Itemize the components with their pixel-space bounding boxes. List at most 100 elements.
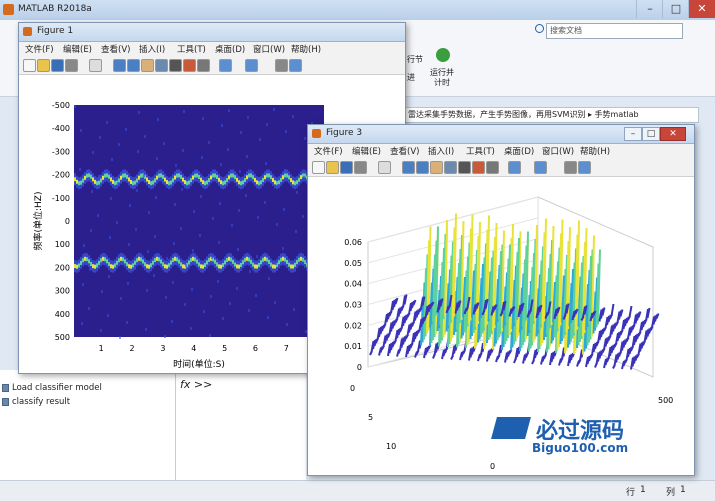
heatmap-cell [286,173,288,178]
heatmap-cell [181,188,183,191]
heatmap-cell [278,260,280,265]
heatmap-cell [240,262,242,267]
zoom-out-icon[interactable] [127,59,140,72]
heatmap-cell [284,173,286,178]
datatip-icon[interactable] [458,161,471,174]
path-breadcrumb[interactable]: 雷达采集手势数据，产生手势图像，再用SVM识别 ▸ 手势matlab [404,107,699,123]
rotate-icon[interactable] [155,59,168,72]
heatmap-cell [156,175,158,180]
heatmap-cell [96,181,98,186]
menu-item[interactable]: 插入(I) [139,43,165,55]
close-icon[interactable]: ✕ [688,0,715,18]
heatmap-cell [222,181,224,186]
menu-item[interactable]: 帮助(H) [291,43,321,55]
hide-icon[interactable] [564,161,577,174]
legend-icon[interactable] [534,161,547,174]
heatmap-cell [288,175,290,180]
ribbon-advance[interactable]: 进 [407,72,415,83]
heatmap-cell [155,196,157,199]
menu-item[interactable]: 工具(T) [177,43,206,55]
heatmap-cell [164,264,166,269]
search-icon[interactable] [535,24,544,33]
new-icon[interactable] [23,59,36,72]
menu-item[interactable]: 帮助(H) [580,145,610,157]
zoom-in-icon[interactable] [402,161,415,174]
show-icon[interactable] [578,161,591,174]
save-icon[interactable] [340,161,353,174]
heatmap-cell [282,175,284,180]
show-icon[interactable] [289,59,302,72]
datatip-icon[interactable] [169,59,182,72]
figure3-window[interactable]: Figure 3 – □ ✕ 文件(F) 编辑(E) 查看(V) 插入(I) 工具(T)… [307,124,695,476]
menu-item[interactable]: 窗口(W) [253,43,285,55]
menu-item[interactable]: 插入(I) [428,145,454,157]
zoom-in-icon[interactable] [113,59,126,72]
rotate-icon[interactable] [444,161,457,174]
figure1-titlebar[interactable]: Figure 1 [19,23,405,42]
run-and-time-button[interactable]: 运行并 计时 [430,68,454,88]
heatmap-cell [222,317,224,320]
maximize-icon[interactable]: □ [642,127,660,141]
z-tick-label: 0.05 [344,259,362,268]
menu-item[interactable]: 查看(V) [101,43,130,55]
heatmap-cell [88,259,90,264]
heatmap-cell [290,178,292,183]
heatmap-cell [206,180,208,185]
menu-item[interactable]: 桌面(D) [504,145,534,157]
run-and-time-icon[interactable] [436,48,450,62]
menu-item[interactable]: 编辑(E) [352,145,381,157]
heatmap-cell [231,224,233,227]
colorbar-icon[interactable] [508,161,521,174]
heatmap-cell [209,334,211,337]
heatmap-cell [107,314,109,317]
search-input[interactable]: 搜索文档 [546,23,683,39]
heatmap-cell [244,177,246,182]
brush-icon[interactable] [472,161,485,174]
close-icon[interactable]: ✕ [660,127,686,141]
menu-item[interactable]: 编辑(E) [63,43,92,55]
legend-icon[interactable] [245,59,258,72]
menu-item[interactable]: 文件(F) [25,43,54,55]
save-icon[interactable] [51,59,64,72]
menu-item[interactable]: 文件(F) [314,145,343,157]
heatmap-cell [124,173,126,178]
new-icon[interactable] [312,161,325,174]
link-icon[interactable] [486,161,499,174]
menu-item[interactable]: 桌面(D) [215,43,245,55]
command-window[interactable]: fx >> [176,370,306,480]
maximize-icon[interactable]: □ [662,0,689,18]
heatmap-cell [196,259,198,264]
pointer-icon[interactable] [89,59,102,72]
heatmap-cell [118,143,120,146]
open-icon[interactable] [326,161,339,174]
link-icon[interactable] [197,59,210,72]
zoom-out-icon[interactable] [416,161,429,174]
open-icon[interactable] [37,59,50,72]
list-item-classify-result[interactable]: classify result [12,397,70,407]
colorbar-icon[interactable] [219,59,232,72]
heatmap-cell [230,257,232,262]
figure3-titlebar[interactable]: Figure 3 – □ ✕ [308,125,694,144]
menu-item[interactable]: 工具(T) [466,145,495,157]
heatmap-cell [170,180,172,185]
print-icon[interactable] [354,161,367,174]
heatmap-cell [174,256,176,261]
hide-icon[interactable] [275,59,288,72]
heatmap-cell [203,310,205,313]
list-item-load-model[interactable]: Load classifier model [12,383,102,393]
brush-icon[interactable] [183,59,196,72]
heatmap-cell [74,177,76,182]
pan-icon[interactable] [430,161,443,174]
y-tick-label: 200 [55,263,70,272]
minimize-icon[interactable]: – [624,127,642,141]
heatmap-cell [202,117,204,120]
minimize-icon[interactable]: – [636,0,663,18]
print-icon[interactable] [65,59,78,72]
pan-icon[interactable] [141,59,154,72]
menu-item[interactable]: 窗口(W) [542,145,574,157]
ribbon-run-section[interactable]: 行节 [407,54,423,65]
heatmap-cell [106,121,108,124]
heatmap-cell [90,229,92,232]
menu-item[interactable]: 查看(V) [390,145,419,157]
pointer-icon[interactable] [378,161,391,174]
